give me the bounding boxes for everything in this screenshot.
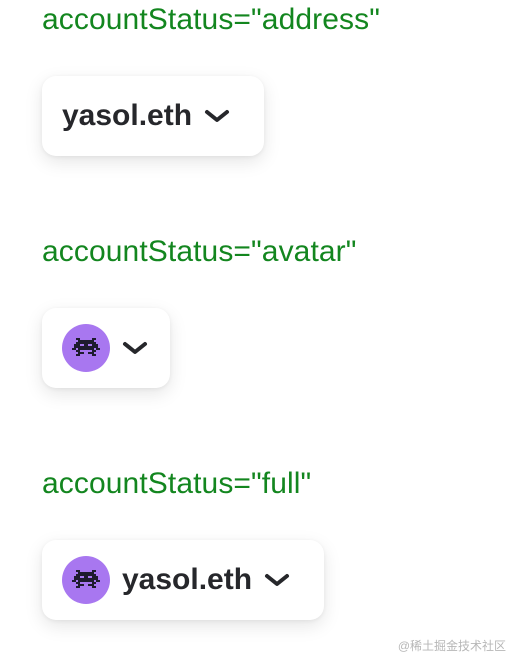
account-button-address[interactable]: yasol.eth: [42, 76, 264, 156]
account-button-full[interactable]: yasol.eth: [42, 540, 324, 620]
avatar-pixel-icon: [62, 324, 110, 372]
watermark: @稀土掘金技术社区: [397, 639, 506, 653]
section-label-full: accountStatus="full": [42, 467, 312, 500]
account-button-avatar[interactable]: [42, 308, 170, 388]
section-label-avatar: accountStatus="avatar": [42, 235, 357, 268]
section-label-address: accountStatus="address": [42, 3, 380, 36]
chevron-down-icon: [122, 338, 148, 358]
account-name: yasol.eth: [62, 99, 193, 132]
chevron-down-icon: [264, 570, 290, 590]
account-name: yasol.eth: [122, 563, 253, 596]
chevron-down-icon: [204, 106, 230, 126]
avatar-pixel-icon: [62, 556, 110, 604]
